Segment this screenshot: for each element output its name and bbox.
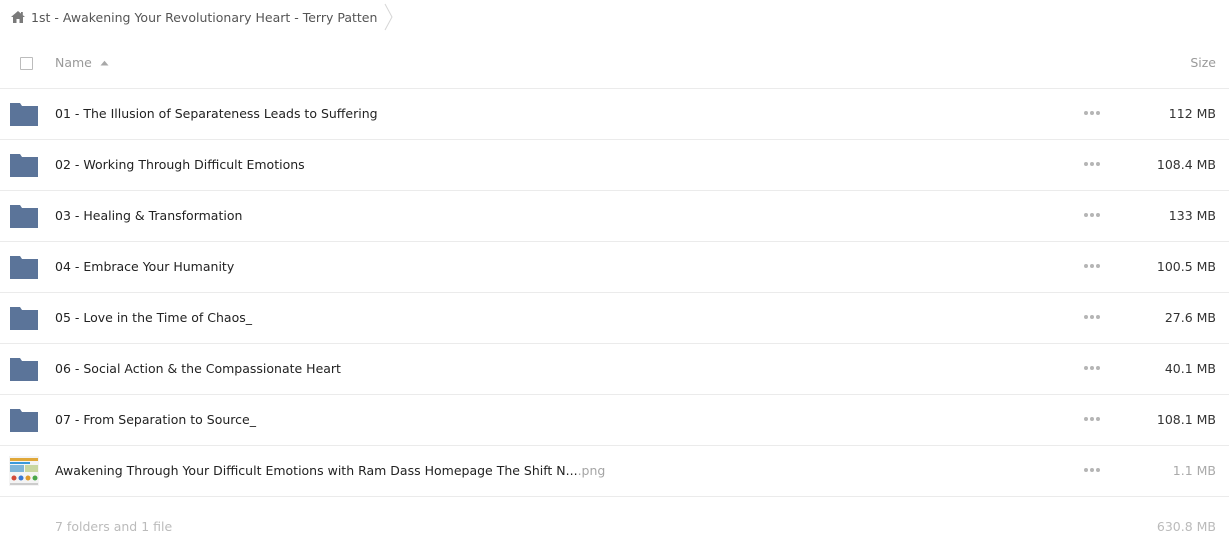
item-size: 27.6 MB (1164, 310, 1216, 325)
name-column-label: Name (55, 55, 92, 70)
image-thumbnail-icon (9, 456, 39, 486)
item-name-text: 07 - From Separation to Source_ (55, 412, 256, 427)
select-all-checkbox[interactable] (20, 57, 33, 70)
file-list: 01 - The Illusion of Separateness Leads … (0, 89, 1229, 497)
folder-icon (10, 204, 38, 228)
folder-row[interactable]: 03 - Healing & Transformation 133 MB (0, 191, 1229, 242)
folder-row[interactable]: 04 - Embrace Your Humanity 100.5 MB (0, 242, 1229, 293)
breadcrumb-label: 1st - Awakening Your Revolutionary Heart… (31, 9, 378, 25)
file-extension: .png (577, 463, 606, 478)
size-column-header[interactable]: Size (1190, 55, 1216, 70)
folder-row[interactable]: 07 - From Separation to Source_ 108.1 MB (0, 395, 1229, 446)
folder-icon (10, 255, 38, 279)
item-size: 100.5 MB (1156, 259, 1216, 274)
folder-icon (10, 408, 38, 432)
more-options-icon[interactable] (1084, 213, 1100, 219)
item-size: 133 MB (1168, 208, 1216, 223)
folder-row[interactable]: 01 - The Illusion of Separateness Leads … (0, 89, 1229, 140)
item-name-text: Awakening Through Your Difficult Emotion… (55, 463, 578, 478)
item-name[interactable]: 03 - Healing & Transformation (55, 208, 242, 223)
list-footer: 7 folders and 1 file 630.8 MB (0, 510, 1229, 544)
more-options-icon[interactable] (1084, 111, 1100, 117)
breadcrumb: 1st - Awakening Your Revolutionary Heart… (0, 0, 1229, 34)
item-name[interactable]: 01 - The Illusion of Separateness Leads … (55, 106, 378, 121)
folder-icon (10, 102, 38, 126)
folder-row[interactable]: 02 - Working Through Difficult Emotions 1… (0, 140, 1229, 191)
home-icon (10, 10, 26, 24)
sort-ascending-icon (100, 60, 109, 66)
list-header: Name Size (0, 38, 1229, 89)
summary-text: 7 folders and 1 file (55, 519, 173, 534)
item-name-text: 04 - Embrace Your Humanity (55, 259, 235, 274)
item-name-text: 05 - Love in the Time of Chaos_ (55, 310, 252, 325)
item-size: 112 MB (1168, 106, 1216, 121)
breadcrumb-item-current[interactable]: 1st - Awakening Your Revolutionary Heart… (0, 0, 383, 34)
item-name-text: 01 - The Illusion of Separateness Leads … (55, 106, 378, 121)
item-name[interactable]: 07 - From Separation to Source_ (55, 412, 256, 427)
folder-icon (10, 153, 38, 177)
more-options-icon[interactable] (1084, 162, 1100, 168)
item-name[interactable]: 06 - Social Action & the Compassionate H… (55, 361, 341, 376)
more-options-icon[interactable] (1084, 315, 1100, 321)
item-size: 1.1 MB (1172, 463, 1216, 478)
item-size: 40.1 MB (1164, 361, 1216, 376)
total-size: 630.8 MB (1156, 519, 1216, 534)
more-options-icon[interactable] (1084, 366, 1100, 372)
folder-icon (10, 306, 38, 330)
item-name[interactable]: Awakening Through Your Difficult Emotion… (55, 463, 605, 478)
more-options-icon[interactable] (1084, 417, 1100, 423)
file-row[interactable]: Awakening Through Your Difficult Emotion… (0, 446, 1229, 497)
name-column-header[interactable]: Name (55, 55, 109, 70)
folder-icon (10, 357, 38, 381)
item-name[interactable]: 05 - Love in the Time of Chaos_ (55, 310, 252, 325)
chevron-right-icon (383, 0, 395, 34)
folder-row[interactable]: 06 - Social Action & the Compassionate H… (0, 344, 1229, 395)
more-options-icon[interactable] (1084, 264, 1100, 270)
item-size: 108.4 MB (1156, 157, 1216, 172)
folder-row[interactable]: 05 - Love in the Time of Chaos_ 27.6 MB (0, 293, 1229, 344)
item-name-text: 02 - Working Through Difficult Emotions (55, 157, 305, 172)
item-name-text: 03 - Healing & Transformation (55, 208, 243, 223)
item-size: 108.1 MB (1156, 412, 1216, 427)
item-name[interactable]: 02 - Working Through Difficult Emotions (55, 157, 305, 172)
more-options-icon[interactable] (1084, 468, 1100, 474)
item-name[interactable]: 04 - Embrace Your Humanity (55, 259, 234, 274)
item-name-text: 06 - Social Action & the Compassionate H… (55, 361, 341, 376)
